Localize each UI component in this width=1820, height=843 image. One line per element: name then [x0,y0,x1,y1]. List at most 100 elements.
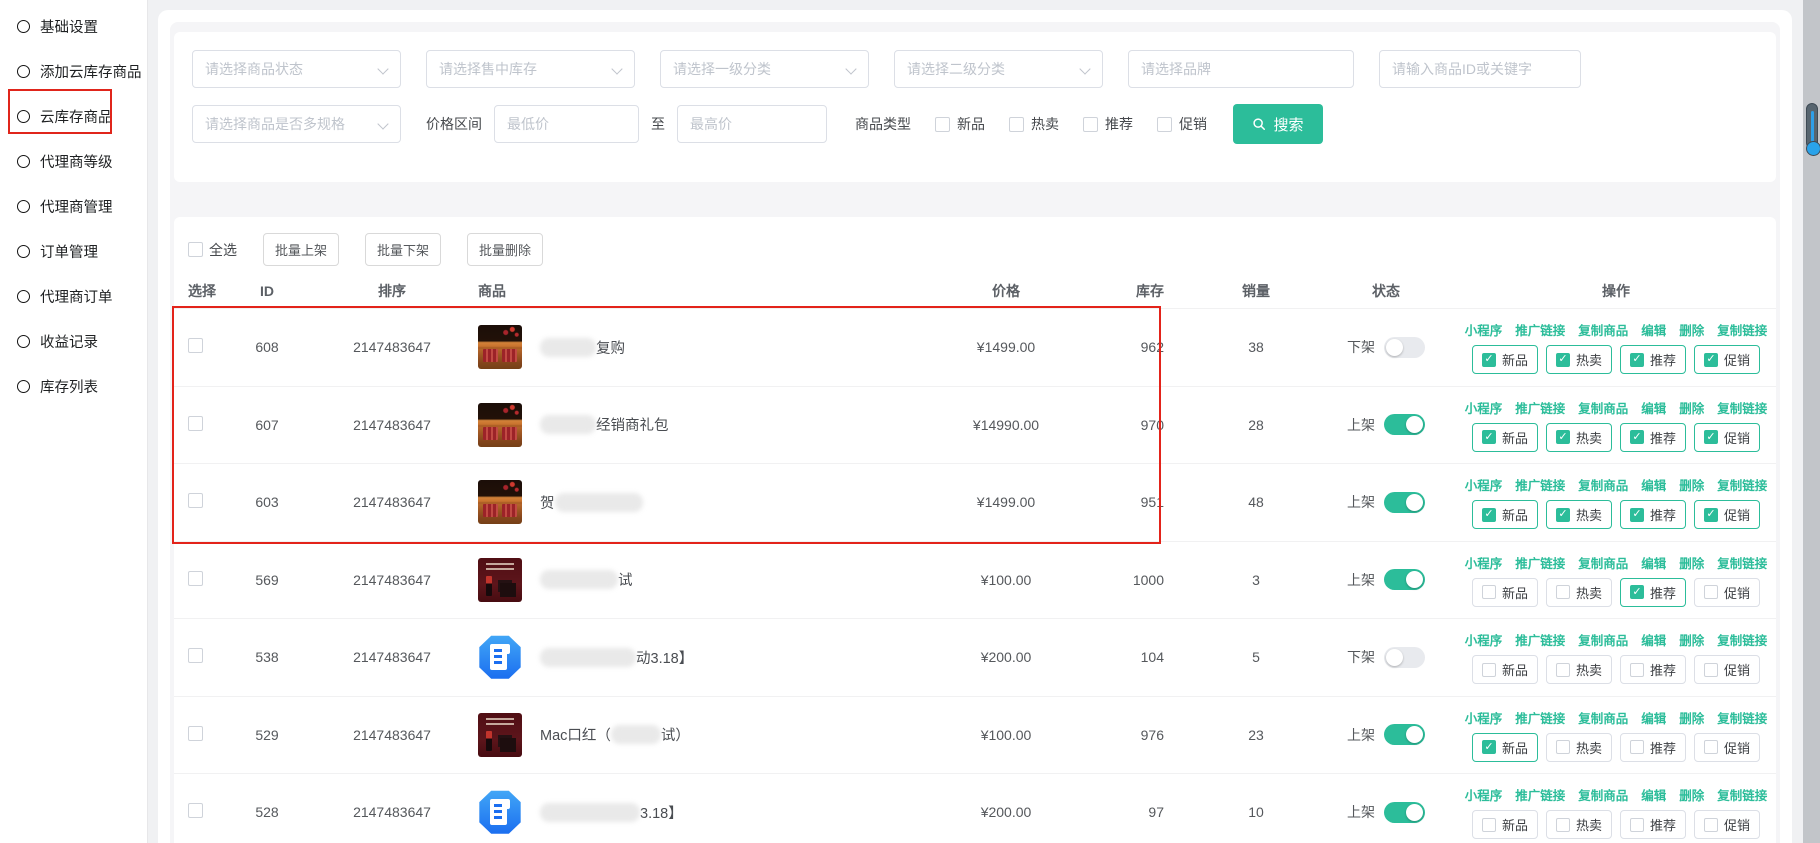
link-mini-program[interactable]: 小程序 [1465,785,1503,804]
link-delete[interactable]: 删除 [1679,398,1704,417]
min-price-input[interactable] [507,116,626,132]
category-level1-select[interactable]: 请选择一级分类 [660,50,869,88]
status-toggle[interactable] [1384,647,1425,668]
link-copy-url[interactable]: 复制链接 [1717,553,1767,572]
tag-hot[interactable]: ✓热卖 [1546,345,1612,374]
tag-recommend[interactable]: ✓推荐 [1620,423,1686,452]
link-copy-product[interactable]: 复制商品 [1578,553,1628,572]
link-delete[interactable]: 删除 [1679,630,1704,649]
type-checkbox-promo[interactable]: 促销 [1157,114,1207,134]
tag-new[interactable]: ✓新品 [1472,423,1538,452]
row-checkbox[interactable] [188,571,203,586]
tag-recommend[interactable]: ✓推荐 [1620,500,1686,529]
tag-recommend[interactable]: 推荐 [1620,810,1686,839]
sidebar-item-agent-level[interactable]: 代理商等级 [0,139,147,184]
scrollbar-thumb-thermometer-icon[interactable] [1806,103,1818,149]
sidebar-item-agent-manage[interactable]: 代理商管理 [0,184,147,229]
tag-hot[interactable]: 热卖 [1546,810,1612,839]
tag-new[interactable]: 新品 [1472,655,1538,684]
link-copy-product[interactable]: 复制商品 [1578,785,1628,804]
link-mini-program[interactable]: 小程序 [1465,630,1503,649]
link-delete[interactable]: 删除 [1679,320,1704,339]
tag-hot[interactable]: 热卖 [1546,578,1612,607]
tag-recommend[interactable]: 推荐 [1620,733,1686,762]
batch-delete-button[interactable]: 批量删除 [467,233,543,266]
keyword-input[interactable] [1392,61,1568,77]
link-copy-url[interactable]: 复制链接 [1717,708,1767,727]
product-status-select[interactable]: 请选择商品状态 [192,50,401,88]
sidebar-item-add-cloud-product[interactable]: 添加云库存商品 [0,49,147,94]
row-checkbox[interactable] [188,726,203,741]
link-mini-program[interactable]: 小程序 [1465,398,1503,417]
tag-recommend[interactable]: 推荐 [1620,655,1686,684]
link-delete[interactable]: 删除 [1679,553,1704,572]
link-mini-program[interactable]: 小程序 [1465,320,1503,339]
sidebar-item-cloud-products[interactable]: 云库存商品 [0,94,147,139]
category-level2-select[interactable]: 请选择二级分类 [894,50,1103,88]
tag-promo[interactable]: ✓促销 [1694,423,1760,452]
search-button[interactable]: 搜索 [1233,104,1323,144]
link-promo-url[interactable]: 推广链接 [1515,398,1565,417]
link-promo-url[interactable]: 推广链接 [1515,785,1565,804]
link-copy-url[interactable]: 复制链接 [1717,320,1767,339]
row-checkbox[interactable] [188,648,203,663]
tag-new[interactable]: ✓新品 [1472,500,1538,529]
link-copy-product[interactable]: 复制商品 [1578,708,1628,727]
status-toggle[interactable] [1384,492,1425,513]
max-price-input[interactable] [690,116,814,132]
link-mini-program[interactable]: 小程序 [1465,475,1503,494]
on-sale-stock-select[interactable]: 请选择售中库存 [426,50,635,88]
type-checkbox-new[interactable]: 新品 [935,114,985,134]
tag-new[interactable]: ✓新品 [1472,345,1538,374]
link-copy-product[interactable]: 复制商品 [1578,320,1628,339]
batch-on-shelf-button[interactable]: 批量上架 [263,233,339,266]
link-edit[interactable]: 编辑 [1641,475,1666,494]
row-checkbox[interactable] [188,493,203,508]
multi-spec-select[interactable]: 请选择商品是否多规格 [192,105,401,143]
batch-off-shelf-button[interactable]: 批量下架 [365,233,441,266]
tag-new[interactable]: 新品 [1472,578,1538,607]
tag-promo[interactable]: ✓促销 [1694,345,1760,374]
link-copy-url[interactable]: 复制链接 [1717,475,1767,494]
select-all-checkbox[interactable] [188,242,203,257]
tag-promo[interactable]: 促销 [1694,655,1760,684]
tag-hot[interactable]: 热卖 [1546,733,1612,762]
link-copy-url[interactable]: 复制链接 [1717,398,1767,417]
status-toggle[interactable] [1384,337,1425,358]
link-copy-url[interactable]: 复制链接 [1717,630,1767,649]
status-toggle[interactable] [1384,724,1425,745]
tag-hot[interactable]: ✓热卖 [1546,500,1612,529]
link-mini-program[interactable]: 小程序 [1465,708,1503,727]
status-toggle[interactable] [1384,414,1425,435]
brand-input[interactable] [1141,61,1341,77]
tag-new[interactable]: ✓新品 [1472,733,1538,762]
tag-new[interactable]: 新品 [1472,810,1538,839]
type-checkbox-recommend[interactable]: 推荐 [1083,114,1133,134]
link-edit[interactable]: 编辑 [1641,320,1666,339]
tag-promo[interactable]: 促销 [1694,810,1760,839]
row-checkbox[interactable] [188,338,203,353]
link-edit[interactable]: 编辑 [1641,398,1666,417]
link-copy-product[interactable]: 复制商品 [1578,475,1628,494]
link-promo-url[interactable]: 推广链接 [1515,320,1565,339]
tag-promo[interactable]: ✓促销 [1694,500,1760,529]
tag-promo[interactable]: 促销 [1694,733,1760,762]
link-edit[interactable]: 编辑 [1641,785,1666,804]
link-edit[interactable]: 编辑 [1641,630,1666,649]
sidebar-item-agent-orders[interactable]: 代理商订单 [0,274,147,319]
sidebar-item-basic-settings[interactable]: 基础设置 [0,4,147,49]
tag-hot[interactable]: ✓热卖 [1546,423,1612,452]
row-checkbox[interactable] [188,416,203,431]
sidebar-item-order-manage[interactable]: 订单管理 [0,229,147,274]
link-mini-program[interactable]: 小程序 [1465,553,1503,572]
link-promo-url[interactable]: 推广链接 [1515,708,1565,727]
tag-recommend[interactable]: ✓推荐 [1620,345,1686,374]
row-checkbox[interactable] [188,803,203,818]
status-toggle[interactable] [1384,802,1425,823]
link-copy-product[interactable]: 复制商品 [1578,630,1628,649]
link-delete[interactable]: 删除 [1679,785,1704,804]
link-promo-url[interactable]: 推广链接 [1515,630,1565,649]
tag-hot[interactable]: 热卖 [1546,655,1612,684]
tag-recommend[interactable]: ✓推荐 [1620,578,1686,607]
link-delete[interactable]: 删除 [1679,475,1704,494]
